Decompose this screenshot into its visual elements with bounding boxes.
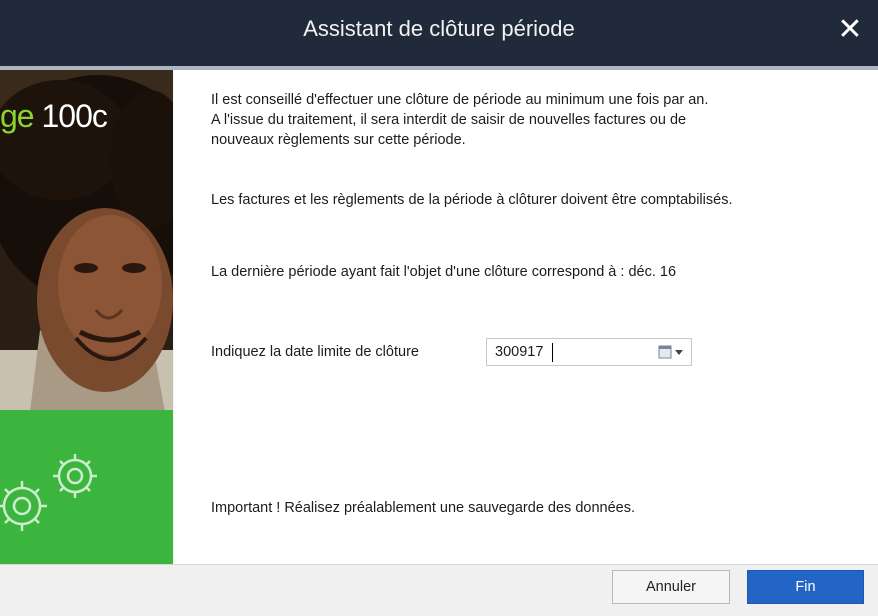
cancel-button[interactable]: Annuler xyxy=(612,570,730,604)
last-closure-text: La dernière période ayant fait l'objet d… xyxy=(211,264,677,280)
requirement-text: Les factures et les règlements de la pér… xyxy=(211,192,733,208)
date-limit-value: 300917 xyxy=(495,344,544,360)
intro-text: Il est conseillé d'effectuer une clôture… xyxy=(211,92,709,148)
gears-icon xyxy=(0,454,97,531)
wizard-window: Assistant de clôture période ✕ ge 100c I… xyxy=(0,0,878,616)
date-limit-label: Indiquez la date limite de clôture xyxy=(211,344,419,360)
important-text: Important ! Réalisez préalablement une s… xyxy=(211,500,635,516)
text-caret xyxy=(552,343,553,362)
title-bar: Assistant de clôture période ✕ xyxy=(0,0,878,70)
close-icon[interactable]: ✕ xyxy=(832,10,868,50)
finish-button[interactable]: Fin xyxy=(747,570,864,604)
wizard-content: Il est conseillé d'effectuer une clôture… xyxy=(174,70,878,564)
brand-name: 100c xyxy=(33,98,107,134)
banner-green-panel xyxy=(0,410,173,566)
window-title: Assistant de clôture période xyxy=(303,16,575,41)
brand-accent: ge xyxy=(0,98,35,134)
sidebar-banner: ge 100c xyxy=(0,70,173,566)
brand-logo: ge 100c xyxy=(0,98,108,135)
date-limit-field[interactable]: 300917 xyxy=(486,338,692,366)
calendar-icon[interactable] xyxy=(657,344,687,361)
